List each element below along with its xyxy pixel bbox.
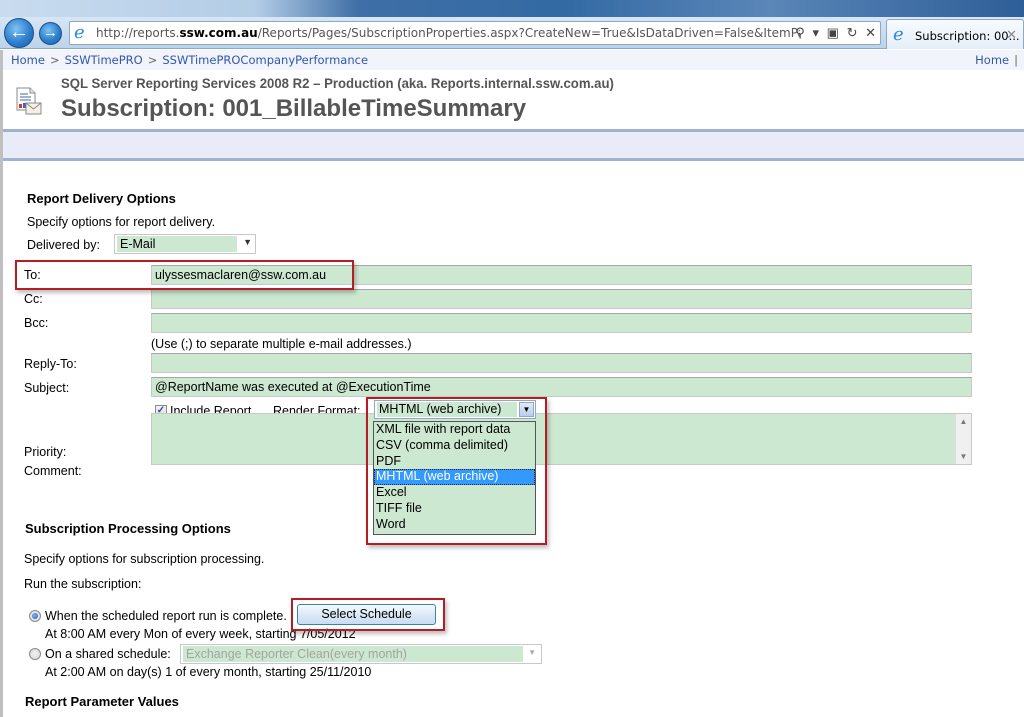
to-label: To: xyxy=(24,268,41,282)
server-title: SQL Server Reporting Services 2008 R2 – … xyxy=(61,75,614,91)
window-titlebar xyxy=(0,0,1024,17)
home-link[interactable]: Home xyxy=(975,53,1009,67)
processing-description: Specify options for subscription process… xyxy=(24,552,265,566)
ie-logo-icon: e xyxy=(74,22,85,43)
priority-label: Priority: xyxy=(24,445,67,459)
render-format-option-selected[interactable]: MHTML (web archive) xyxy=(374,469,535,486)
select-schedule-button[interactable]: Select Schedule xyxy=(297,604,436,625)
breadcrumb-home[interactable]: Home xyxy=(11,53,45,67)
render-format-option[interactable]: Excel xyxy=(374,485,535,501)
cc-label: Cc: xyxy=(24,292,43,306)
forward-button[interactable]: → xyxy=(39,22,62,45)
delivered-by-value: E-Mail xyxy=(117,236,237,252)
render-format-option[interactable]: TIFF file xyxy=(374,501,535,517)
scheduled-run-label: When the scheduled report run is complet… xyxy=(45,609,287,623)
cc-field[interactable] xyxy=(151,289,972,309)
compatibility-view-icon[interactable]: ▣ xyxy=(827,25,839,40)
page-title: Subscription: 001_BillableTimeSummary xyxy=(61,95,527,122)
comment-scrollbar[interactable]: ▲ ▼ xyxy=(955,414,971,464)
shared-schedule-detail: At 2:00 AM on day(s) 1 of every month, s… xyxy=(45,665,372,679)
breadcrumb-sswtimepro[interactable]: SSWTimePRO xyxy=(65,53,143,67)
render-format-option[interactable]: PDF xyxy=(374,454,535,470)
breadcrumb: Home > SSWTimePRO > SSWTimePROCompanyPerform… xyxy=(11,53,368,67)
bcc-field[interactable] xyxy=(151,313,972,333)
scroll-down-icon[interactable]: ▼ xyxy=(956,452,971,461)
address-bar[interactable]: e http://reports.ssw.com.au/Reports/Page… xyxy=(69,21,881,45)
search-icon[interactable]: ⚲ xyxy=(795,25,805,40)
render-format-option[interactable]: XML file with report data xyxy=(374,422,535,438)
subscription-report-icon xyxy=(16,87,42,115)
shared-schedule-value: Exchange Reporter Clean(every month) xyxy=(183,646,523,662)
chevron-down-icon: ▼ xyxy=(528,648,536,657)
close-tab-icon[interactable]: ✕ xyxy=(1006,27,1017,43)
comment-textarea[interactable]: ▲ ▼ xyxy=(151,413,972,465)
forward-arrow-icon: → xyxy=(43,24,58,41)
subject-label: Subject: xyxy=(24,381,70,395)
reply-to-label: Reply-To: xyxy=(24,357,77,371)
processing-section-title: Subscription Processing Options xyxy=(25,521,231,536)
ie-logo-icon: e xyxy=(893,24,904,45)
render-format-select[interactable]: MHTML (web archive) ▼ xyxy=(374,400,536,419)
chevron-down-icon[interactable]: ▾ xyxy=(812,25,819,40)
chevron-down-icon: ▼ xyxy=(243,237,252,247)
top-links: Home | xyxy=(975,53,1018,67)
back-arrow-icon: ← xyxy=(9,21,29,43)
address-tools: ⚲ ▾ ▣ ↻ ✕ xyxy=(791,25,876,41)
delivered-by-label: Delivered by: xyxy=(27,238,100,252)
run-subscription-label: Run the subscription: xyxy=(24,577,142,591)
shared-schedule-select[interactable]: Exchange Reporter Clean(every month) ▼ xyxy=(180,644,542,664)
breadcrumb-separator: > xyxy=(147,53,158,67)
shared-schedule-radio[interactable] xyxy=(29,648,41,660)
reply-to-field[interactable] xyxy=(151,353,972,373)
bcc-label: Bcc: xyxy=(24,316,49,330)
scheduled-run-radio[interactable] xyxy=(29,610,41,622)
render-format-option[interactable]: Word xyxy=(374,517,535,533)
scheduled-run-detail: At 8:00 AM every Mon of every week, star… xyxy=(45,627,356,641)
url-text[interactable]: http://reports.ssw.com.au/Reports/Pages/… xyxy=(96,26,800,40)
breadcrumb-bar: Home > SSWTimePRO > SSWTimePROCompanyPerform… xyxy=(3,50,1024,70)
email-hint: (Use (;) to separate multiple e-mail add… xyxy=(151,337,412,351)
parameters-section-title: Report Parameter Values xyxy=(25,694,179,709)
link-separator: | xyxy=(1014,53,1018,67)
scroll-up-icon[interactable]: ▲ xyxy=(956,417,971,426)
browser-tab[interactable]: e Subscription: 00... ✕ xyxy=(886,19,1024,49)
subject-field[interactable]: @ReportName was executed at @ExecutionTi… xyxy=(151,377,972,397)
breadcrumb-separator: > xyxy=(49,53,60,67)
browser-navbar: ← → e http://reports.ssw.com.au/Reports/… xyxy=(0,17,1024,49)
delivered-by-select[interactable]: E-Mail ▼ xyxy=(114,234,256,254)
back-button[interactable]: ← xyxy=(4,18,34,48)
delivery-section-title: Report Delivery Options xyxy=(27,191,176,206)
render-format-options: XML file with report data CSV (comma del… xyxy=(373,421,536,535)
breadcrumb-company-performance[interactable]: SSWTimePROCompanyPerformance xyxy=(162,53,368,67)
toolbar-strip xyxy=(3,129,1024,161)
render-format-value: MHTML (web archive) xyxy=(377,402,517,417)
to-field[interactable]: ulyssesmaclaren@ssw.com.au xyxy=(151,265,972,285)
tab-title: Subscription: 00... xyxy=(915,29,1020,43)
refresh-icon[interactable]: ↻ xyxy=(847,25,858,40)
comment-label: Comment: xyxy=(24,464,82,478)
chevron-down-icon[interactable]: ▼ xyxy=(519,402,534,417)
shared-schedule-label: On a shared schedule: xyxy=(45,647,171,661)
render-format-option[interactable]: CSV (comma delimited) xyxy=(374,438,535,454)
delivery-description: Specify options for report delivery. xyxy=(27,215,216,229)
stop-icon[interactable]: ✕ xyxy=(865,25,876,40)
